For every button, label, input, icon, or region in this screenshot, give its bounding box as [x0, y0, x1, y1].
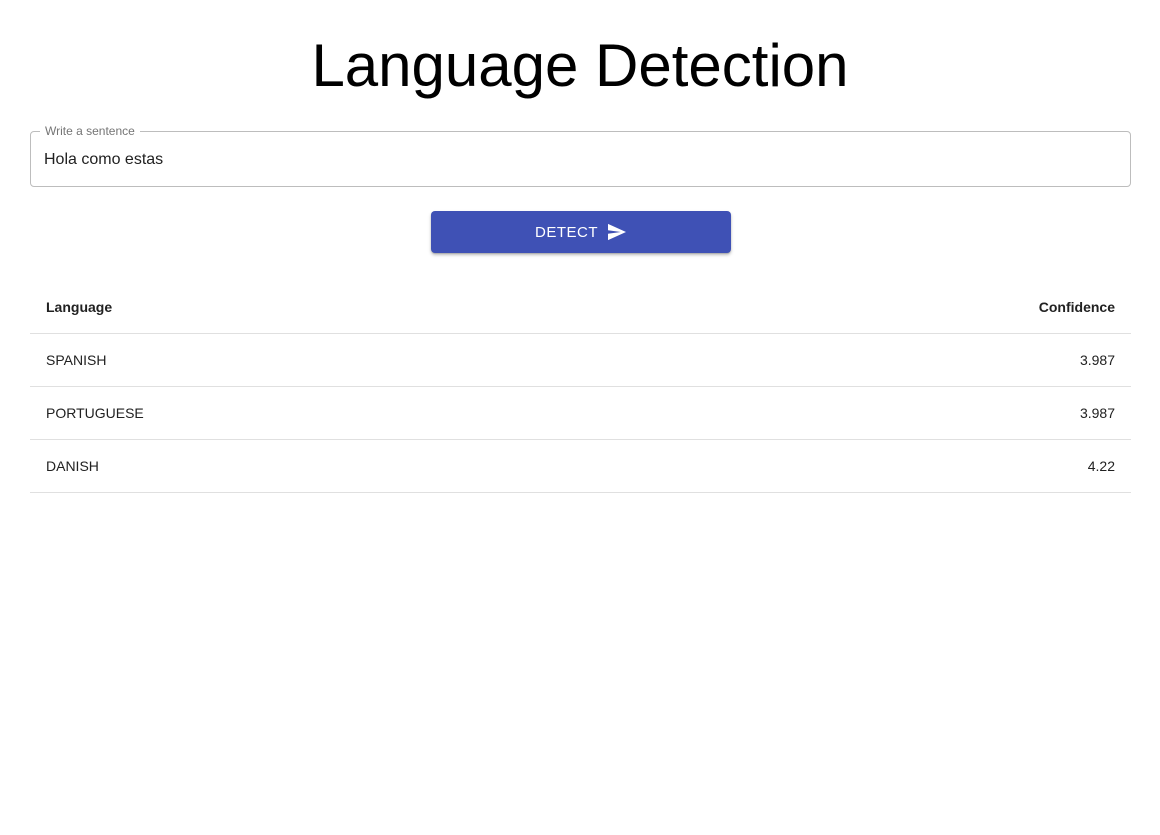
sentence-field[interactable]: Write a sentence: [30, 124, 1131, 187]
results-table: Language Confidence SPANISH 3.987 PORTUG…: [30, 280, 1131, 493]
language-cell: PORTUGUESE: [30, 386, 631, 440]
language-cell: DANISH: [30, 439, 631, 493]
send-icon: [607, 223, 627, 241]
table-row: DANISH 4.22: [30, 439, 1131, 493]
sentence-field-label: Write a sentence: [40, 124, 140, 138]
confidence-cell: 3.987: [630, 386, 1131, 440]
language-detection-page: Language Detection Write a sentence DETE…: [0, 0, 1160, 835]
detect-button-label: DETECT: [535, 223, 598, 241]
table-row: SPANISH 3.987: [30, 333, 1131, 387]
table-row: PORTUGUESE 3.987: [30, 386, 1131, 440]
confidence-cell: 4.22: [630, 439, 1131, 493]
column-header-language: Language: [30, 280, 631, 334]
detect-button[interactable]: DETECT: [431, 211, 731, 253]
page-title: Language Detection: [311, 32, 849, 99]
sentence-input[interactable]: [44, 149, 1114, 171]
column-header-confidence: Confidence: [630, 280, 1131, 334]
language-cell: SPANISH: [30, 333, 631, 387]
table-header-row: Language Confidence: [30, 280, 1131, 334]
confidence-cell: 3.987: [630, 333, 1131, 387]
